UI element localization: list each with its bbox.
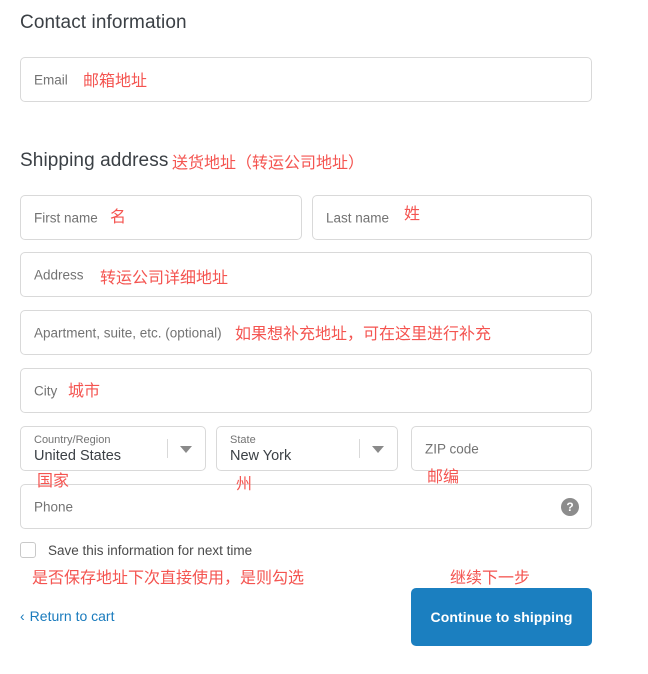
email-placeholder: Email xyxy=(34,72,68,87)
shipping-address-heading: Shipping address xyxy=(20,150,169,171)
zip-code-field[interactable]: ZIP code xyxy=(411,426,592,471)
country-region-label: Country/Region xyxy=(34,434,111,446)
annotation-save: 是否保存地址下次直接使用，是则勾选 xyxy=(32,568,305,587)
state-value: New York xyxy=(230,448,292,464)
address-placeholder: Address xyxy=(34,267,84,282)
annotation-last-name: 姓 xyxy=(404,204,421,223)
annotation-shipping: 送货地址（转运公司地址） xyxy=(172,153,365,172)
continue-to-shipping-button[interactable]: Continue to shipping xyxy=(411,588,592,646)
return-to-cart-link[interactable]: ‹ Return to cart xyxy=(20,608,115,624)
contact-information-heading: Contact information xyxy=(20,12,187,33)
city-field[interactable]: City xyxy=(20,368,592,413)
annotation-state: 州 xyxy=(236,474,253,493)
save-information-checkbox[interactable] xyxy=(20,542,36,558)
checkout-form-page: Contact information Email Shipping addre… xyxy=(0,0,648,674)
first-name-field[interactable]: First name xyxy=(20,195,302,240)
annotation-country: 国家 xyxy=(37,471,70,490)
annotation-first-name: 名 xyxy=(110,207,127,226)
country-select-divider xyxy=(167,439,168,458)
last-name-placeholder: Last name xyxy=(326,210,390,225)
state-label: State xyxy=(230,434,256,446)
chevron-left-icon: ‹ xyxy=(20,608,25,624)
state-select-divider xyxy=(359,439,360,458)
chevron-down-icon[interactable] xyxy=(372,445,384,453)
city-placeholder: City xyxy=(34,383,58,398)
chevron-down-icon[interactable] xyxy=(180,445,192,453)
apartment-placeholder: Apartment, suite, etc. (optional) xyxy=(34,325,222,340)
last-name-field[interactable]: Last name xyxy=(312,195,592,240)
return-to-cart-label: Return to cart xyxy=(29,608,115,624)
first-name-placeholder: First name xyxy=(34,210,98,225)
country-region-value: United States xyxy=(34,448,122,464)
state-select[interactable]: State New York xyxy=(216,426,398,471)
annotation-apartment: 如果想补充地址，可在这里进行补充 xyxy=(235,324,492,343)
help-circle-icon[interactable]: ? xyxy=(561,497,579,516)
save-information-row[interactable]: Save this information for next time xyxy=(20,542,252,558)
zip-code-placeholder: ZIP code xyxy=(425,441,479,456)
phone-placeholder: Phone xyxy=(34,499,74,514)
phone-field[interactable]: Phone ? xyxy=(20,484,592,529)
annotation-address: 转运公司详细地址 xyxy=(100,268,229,287)
save-information-label: Save this information for next time xyxy=(48,542,253,558)
annotation-zip: 邮编 xyxy=(427,467,460,486)
annotation-email: 邮箱地址 xyxy=(83,71,148,90)
annotation-continue: 继续下一步 xyxy=(450,568,531,587)
country-region-select[interactable]: Country/Region United States xyxy=(20,426,206,471)
annotation-city: 城市 xyxy=(68,381,101,400)
